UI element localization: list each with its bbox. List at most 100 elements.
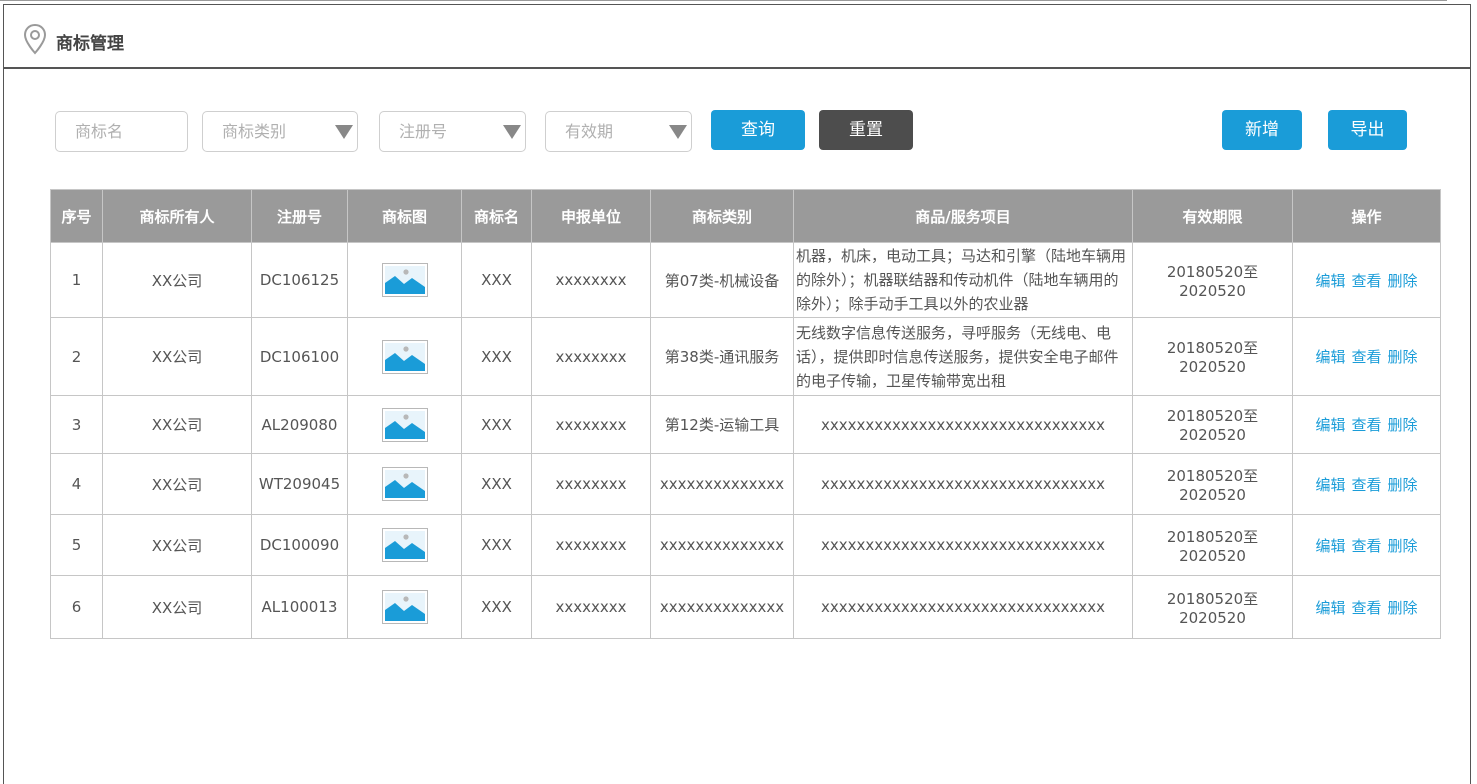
cell-goods-services: xxxxxxxxxxxxxxxxxxxxxxxxxxxxxxxx xyxy=(793,514,1133,576)
image-placeholder-icon xyxy=(381,590,428,624)
cell-goods-services: 无线数字信息传送服务，寻呼服务（无线电、电话），提供即时信息传送服务，提供安全电… xyxy=(793,317,1133,396)
registration-number-select[interactable]: 注册号 xyxy=(379,111,526,152)
trademark-name-placeholder: 商标名 xyxy=(75,122,124,141)
image-placeholder-icon xyxy=(381,467,428,501)
delete-link[interactable]: 删除 xyxy=(1388,348,1418,366)
cell-index: 5 xyxy=(50,514,103,576)
view-link[interactable]: 查看 xyxy=(1351,348,1381,366)
cell-registration-number: AL209080 xyxy=(251,395,348,454)
delete-link[interactable]: 删除 xyxy=(1388,272,1418,290)
cell-goods-services: 机器，机床，电动工具；马达和引擎（陆地车辆用的除外）；机器联结器和传动机件（陆地… xyxy=(793,242,1133,318)
cell-validity: 20180520至2020520 xyxy=(1132,242,1293,318)
view-link[interactable]: 查看 xyxy=(1351,416,1381,434)
edit-link[interactable]: 编辑 xyxy=(1315,272,1345,290)
cell-category: xxxxxxxxxxxxxx xyxy=(650,575,794,639)
cell-owner: XX公司 xyxy=(102,453,252,515)
column-header: 商标名 xyxy=(461,189,532,243)
edit-link[interactable]: 编辑 xyxy=(1315,416,1345,434)
cell-category: xxxxxxxxxxxxxx xyxy=(650,453,794,515)
location-pin-icon xyxy=(23,23,47,55)
cell-unit: xxxxxxxx xyxy=(531,453,651,515)
add-button[interactable]: 新增 xyxy=(1222,110,1302,150)
cell-unit: xxxxxxxx xyxy=(531,395,651,454)
delete-link[interactable]: 删除 xyxy=(1388,476,1418,494)
trademark-category-select[interactable]: 商标类别 xyxy=(202,111,358,152)
validity-placeholder: 有效期 xyxy=(565,122,614,141)
cell-trademark-name: XXX xyxy=(461,242,532,318)
top-border xyxy=(0,0,1447,1)
table-row: 1 XX公司 DC106125 XXX xxxxxxxx 第07类-机械设备 机器，机床，电… xyxy=(50,242,1441,318)
edit-link[interactable]: 编辑 xyxy=(1315,537,1345,555)
cell-trademark-name: XXX xyxy=(461,575,532,639)
cell-registration-number: AL100013 xyxy=(251,575,348,639)
cell-owner: XX公司 xyxy=(102,514,252,576)
cell-category: 第38类-通讯服务 xyxy=(650,317,794,396)
view-link[interactable]: 查看 xyxy=(1351,476,1381,494)
view-link[interactable]: 查看 xyxy=(1351,537,1381,555)
cell-index: 2 xyxy=(50,317,103,396)
column-header: 商标类别 xyxy=(650,189,794,243)
page-header: 商标管理 xyxy=(4,5,1470,69)
cell-unit: xxxxxxxx xyxy=(531,514,651,576)
cell-trademark-image xyxy=(347,514,462,576)
trademark-category-placeholder: 商标类别 xyxy=(222,122,287,141)
cell-trademark-image xyxy=(347,242,462,318)
image-placeholder-icon xyxy=(381,407,428,442)
image-placeholder-icon xyxy=(381,263,428,297)
cell-registration-number: DC106125 xyxy=(251,242,348,318)
table-row: 2 XX公司 DC106100 XXX xxxxxxxx 第38类-通讯服务 无线数字信息传… xyxy=(50,317,1441,396)
cell-goods-services: xxxxxxxxxxxxxxxxxxxxxxxxxxxxxxxx xyxy=(793,395,1133,454)
delete-link[interactable]: 删除 xyxy=(1388,416,1418,434)
cell-trademark-image xyxy=(347,575,462,639)
table-row: 3 XX公司 AL209080 XXX xxxxxxxx 第12类-运输工具 xxxxxxx… xyxy=(50,395,1441,454)
table-row: 6 XX公司 AL100013 XXX xxxxxxxx xxxxxxxxxxxxxx xx… xyxy=(50,575,1441,639)
page-title: 商标管理 xyxy=(56,34,124,54)
column-header: 注册号 xyxy=(251,189,348,243)
cell-trademark-image xyxy=(347,317,462,396)
table-row: 4 XX公司 WT209045 XXX xxxxxxxx xxxxxxxxxxxxxx xx… xyxy=(50,453,1441,515)
cell-trademark-image xyxy=(347,395,462,454)
view-link[interactable]: 查看 xyxy=(1351,599,1381,617)
reset-button[interactable]: 重置 xyxy=(819,110,913,150)
table-header-row: 序号 商标所有人 注册号 商标图 商标名 申报单位 商标类别 商品/服务项目 有… xyxy=(50,189,1441,243)
trademark-name-input[interactable]: 商标名 xyxy=(55,111,188,152)
delete-link[interactable]: 删除 xyxy=(1388,537,1418,555)
cell-unit: xxxxxxxx xyxy=(531,317,651,396)
cell-actions: 编辑 查看 删除 xyxy=(1292,317,1441,396)
cell-registration-number: WT209045 xyxy=(251,453,348,515)
chevron-down-icon xyxy=(503,125,521,139)
validity-select[interactable]: 有效期 xyxy=(545,111,692,152)
cell-validity: 20180520至2020520 xyxy=(1132,514,1293,576)
cell-goods-services: xxxxxxxxxxxxxxxxxxxxxxxxxxxxxxxx xyxy=(793,575,1133,639)
cell-validity: 20180520至2020520 xyxy=(1132,317,1293,396)
cell-validity: 20180520至2020520 xyxy=(1132,395,1293,454)
edit-link[interactable]: 编辑 xyxy=(1315,476,1345,494)
cell-index: 6 xyxy=(50,575,103,639)
query-button[interactable]: 查询 xyxy=(711,110,805,150)
cell-trademark-name: XXX xyxy=(461,514,532,576)
chevron-down-icon xyxy=(669,125,687,139)
column-header: 商标图 xyxy=(347,189,462,243)
view-link[interactable]: 查看 xyxy=(1351,272,1381,290)
delete-link[interactable]: 删除 xyxy=(1388,599,1418,617)
cell-trademark-name: XXX xyxy=(461,453,532,515)
cell-actions: 编辑 查看 删除 xyxy=(1292,514,1441,576)
cell-registration-number: DC100090 xyxy=(251,514,348,576)
cell-index: 4 xyxy=(50,453,103,515)
image-placeholder-icon xyxy=(381,339,428,374)
trademark-table: 序号 商标所有人 注册号 商标图 商标名 申报单位 商标类别 商品/服务项目 有… xyxy=(50,189,1441,639)
cell-unit: xxxxxxxx xyxy=(531,242,651,318)
cell-category: 第12类-运输工具 xyxy=(650,395,794,454)
edit-link[interactable]: 编辑 xyxy=(1315,348,1345,366)
cell-owner: XX公司 xyxy=(102,242,252,318)
cell-unit: xxxxxxxx xyxy=(531,575,651,639)
table-row: 5 XX公司 DC100090 XXX xxxxxxxx xxxxxxxxxxxxxx xx… xyxy=(50,514,1441,576)
cell-trademark-image xyxy=(347,453,462,515)
export-button[interactable]: 导出 xyxy=(1328,110,1407,150)
column-header: 操作 xyxy=(1292,189,1441,243)
cell-owner: XX公司 xyxy=(102,317,252,396)
chevron-down-icon xyxy=(335,125,353,139)
cell-actions: 编辑 查看 删除 xyxy=(1292,575,1441,639)
edit-link[interactable]: 编辑 xyxy=(1315,599,1345,617)
column-header: 商品/服务项目 xyxy=(793,189,1133,243)
